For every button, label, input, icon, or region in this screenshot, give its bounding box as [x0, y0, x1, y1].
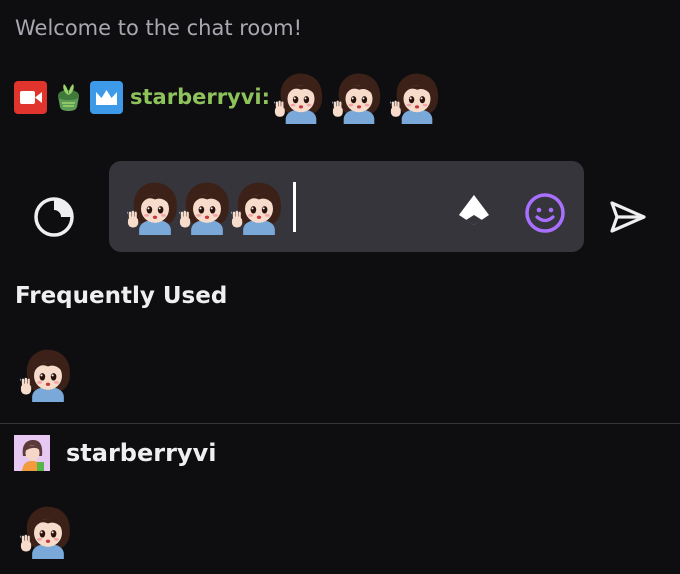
emote[interactable]	[274, 70, 328, 124]
text-caret	[293, 182, 296, 232]
channel-emote[interactable]	[20, 503, 76, 559]
emote	[127, 179, 183, 235]
spinner-icon[interactable]	[30, 193, 78, 241]
camera-badge-icon[interactable]	[14, 80, 47, 114]
crown-badge-icon[interactable]	[90, 80, 123, 114]
chat-username[interactable]: starberryvi:	[130, 85, 270, 109]
emote[interactable]	[390, 70, 444, 124]
welcome-message: Welcome to the chat room!	[15, 16, 303, 40]
smiley-icon[interactable]	[523, 191, 567, 235]
channel-emote-header: starberryvi	[14, 435, 216, 471]
frequently-used-emote[interactable]	[20, 346, 76, 402]
send-icon[interactable]	[605, 195, 649, 239]
plant-badge-icon[interactable]	[52, 81, 85, 114]
bits-icon[interactable]	[454, 191, 494, 231]
chat-message: starberryvi:	[14, 70, 448, 124]
frequently-used-heading: Frequently Used	[15, 283, 228, 309]
input-emotes	[127, 179, 296, 235]
emote	[231, 179, 287, 235]
channel-avatar	[14, 435, 50, 471]
chat-input[interactable]	[109, 161, 584, 252]
section-divider	[0, 423, 680, 424]
emote	[179, 179, 235, 235]
channel-name: starberryvi	[66, 439, 217, 467]
message-emotes	[274, 70, 448, 124]
emote[interactable]	[332, 70, 386, 124]
